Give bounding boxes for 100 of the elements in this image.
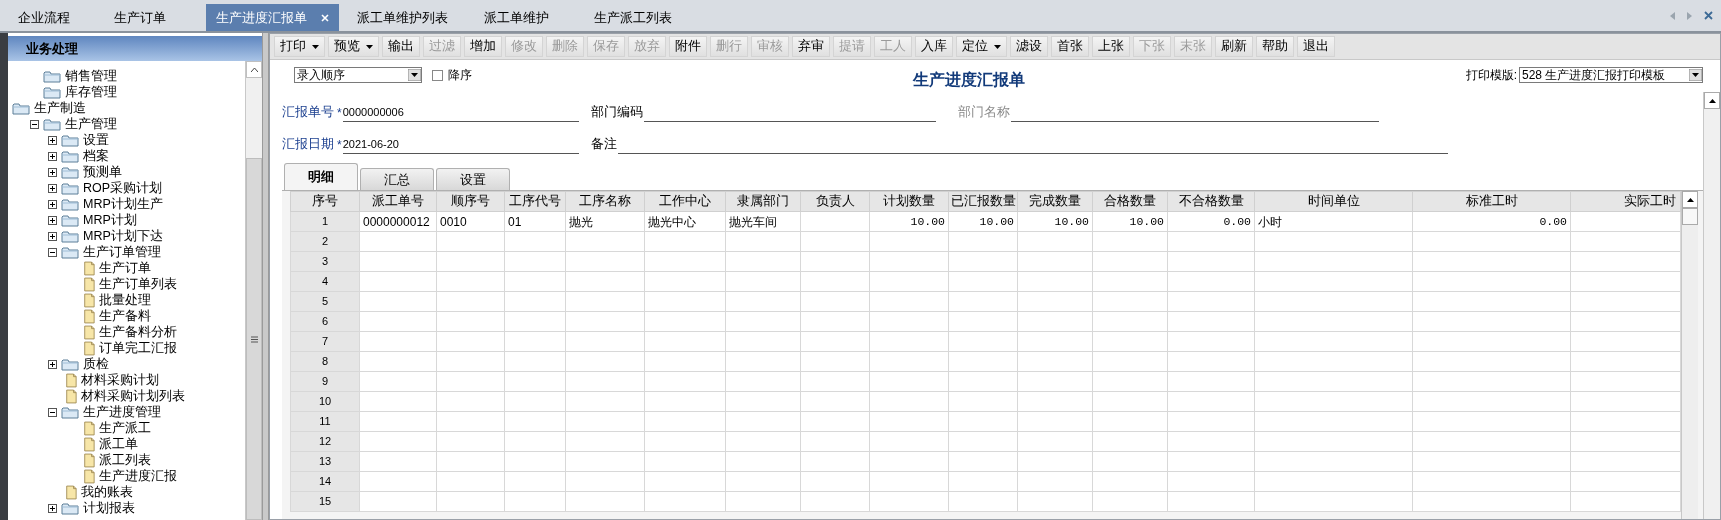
- tree-item[interactable]: 派工单: [99, 436, 138, 452]
- tree-item[interactable]: 生产进度汇报: [99, 468, 177, 484]
- toolbar-button[interactable]: 帮助: [1256, 36, 1294, 57]
- tree-item[interactable]: 设置: [83, 132, 109, 148]
- table-cell: [800, 211, 870, 232]
- toolbar-button[interactable]: 附件: [669, 36, 707, 57]
- tree-item[interactable]: 批量处理: [99, 292, 151, 308]
- tree-item[interactable]: 生产订单: [99, 260, 151, 276]
- table-cell: [948, 451, 1018, 472]
- sort-select[interactable]: 录入顺序: [294, 67, 422, 83]
- collapse-icon[interactable]: [48, 407, 57, 417]
- print-template-select[interactable]: 528 生产进度汇报打印模板: [1519, 67, 1703, 83]
- column-header[interactable]: 顺序号: [436, 191, 505, 212]
- tab[interactable]: 派工单维护列表: [339, 4, 466, 31]
- expand-icon[interactable]: [48, 135, 57, 145]
- tree-item[interactable]: 生产制造: [34, 100, 86, 116]
- tree-item[interactable]: 生产派工: [99, 420, 151, 436]
- tab[interactable]: 生产派工列表: [576, 4, 690, 31]
- toolbar-button[interactable]: 输出: [382, 36, 420, 57]
- toolbar-button[interactable]: 刷新: [1215, 36, 1253, 57]
- tree-item[interactable]: 材料采购计划: [81, 372, 159, 388]
- column-header[interactable]: 完成数量: [1017, 191, 1093, 212]
- column-header[interactable]: 派工单号: [359, 191, 437, 212]
- expand-icon[interactable]: [48, 199, 57, 209]
- form-scrollbar[interactable]: [1703, 92, 1720, 519]
- toolbar-button[interactable]: 定位: [956, 36, 1007, 57]
- tree-item[interactable]: 质检: [83, 356, 109, 372]
- tab[interactable]: 生产订单: [96, 4, 206, 31]
- column-header[interactable]: 负责人: [800, 191, 870, 212]
- expand-icon[interactable]: [48, 167, 57, 177]
- tab[interactable]: 明细: [284, 163, 358, 190]
- toolbar-button[interactable]: 弃审: [792, 36, 830, 57]
- tree-item[interactable]: 生产订单列表: [99, 276, 177, 292]
- column-header[interactable]: 实际工时: [1570, 191, 1681, 212]
- tab[interactable]: 设置: [436, 168, 510, 190]
- expand-icon[interactable]: [48, 503, 57, 513]
- tree-item[interactable]: 计划报表: [83, 500, 135, 516]
- column-header[interactable]: 合格数量: [1092, 191, 1168, 212]
- collapse-icon[interactable]: [48, 247, 57, 257]
- column-header[interactable]: 工序名称: [565, 191, 645, 212]
- folder-icon: [61, 357, 79, 371]
- tab[interactable]: 生产进度汇报单: [206, 4, 339, 31]
- collapse-icon[interactable]: [30, 119, 39, 129]
- document-icon: [83, 468, 95, 484]
- column-header[interactable]: 工序代号: [504, 191, 566, 212]
- toolbar-button[interactable]: 滤设: [1010, 36, 1048, 57]
- column-header[interactable]: 标准工时: [1412, 191, 1571, 212]
- scroll-thumb[interactable]: [1682, 208, 1698, 225]
- expand-icon[interactable]: [48, 215, 57, 225]
- dropdown-arrow-icon: [408, 69, 421, 81]
- tree-item[interactable]: 生产管理: [65, 116, 117, 132]
- toolbar-button[interactable]: 入库: [915, 36, 953, 57]
- tree-item[interactable]: ROP采购计划: [83, 180, 163, 196]
- close-icon[interactable]: [1704, 11, 1713, 20]
- grid-scrollbar[interactable]: [1681, 191, 1698, 519]
- tree-item[interactable]: 生产备料分析: [99, 324, 177, 340]
- tree-item[interactable]: 我的账表: [81, 484, 133, 500]
- expand-icon[interactable]: [48, 359, 57, 369]
- scroll-up-icon[interactable]: [1708, 98, 1716, 103]
- column-header[interactable]: 时间单位: [1254, 191, 1413, 212]
- tree-item[interactable]: 预测单: [83, 164, 122, 180]
- tree-item[interactable]: 订单完工汇报: [99, 340, 177, 356]
- tree-item[interactable]: 生产备料: [99, 308, 151, 324]
- descending-checkbox[interactable]: [432, 69, 443, 81]
- scroll-up-icon[interactable]: [1686, 197, 1694, 202]
- column-header[interactable]: 工作中心: [644, 191, 726, 212]
- input-field[interactable]: 2021-06-20: [342, 138, 579, 154]
- scrollbar[interactable]: [245, 61, 262, 520]
- tree-item[interactable]: 库存管理: [65, 84, 117, 100]
- field-label: 部门编码: [590, 104, 643, 122]
- column-header[interactable]: 不合格数量: [1167, 191, 1255, 212]
- tab[interactable]: 企业流程: [0, 4, 96, 31]
- tree-item[interactable]: MRP计划: [83, 212, 137, 228]
- input-field[interactable]: 0000000006: [342, 106, 579, 122]
- toolbar-button[interactable]: 退出: [1297, 36, 1335, 57]
- expand-icon[interactable]: [48, 151, 57, 161]
- tree-item[interactable]: 生产订单管理: [83, 244, 161, 260]
- toolbar-button[interactable]: 首张: [1051, 36, 1089, 57]
- column-header[interactable]: 计划数量: [869, 191, 949, 212]
- expand-icon[interactable]: [48, 231, 57, 241]
- toolbar-button[interactable]: 打印: [274, 36, 325, 57]
- column-header[interactable]: 序号: [290, 191, 360, 212]
- tree-item[interactable]: 生产进度管理: [83, 404, 161, 420]
- tree-item[interactable]: 档案: [83, 148, 109, 164]
- expand-icon[interactable]: [48, 183, 57, 193]
- tree-item[interactable]: 材料采购计划列表: [81, 388, 185, 404]
- table-cell: [436, 311, 505, 332]
- tree-item[interactable]: MRP计划生产: [83, 196, 163, 212]
- column-header[interactable]: 隶属部门: [725, 191, 801, 212]
- tab[interactable]: 汇总: [360, 168, 434, 190]
- column-header[interactable]: 已汇报数量: [948, 191, 1018, 212]
- scroll-up-icon[interactable]: [250, 67, 258, 72]
- toolbar-button[interactable]: 增加: [464, 36, 502, 57]
- tree-item[interactable]: MRP计划下达: [83, 228, 163, 244]
- tree-item[interactable]: 销售管理: [65, 68, 117, 84]
- toolbar-button[interactable]: 上张: [1092, 36, 1130, 57]
- tree-item[interactable]: 派工列表: [99, 452, 151, 468]
- toolbar-button[interactable]: 预览: [328, 36, 379, 57]
- row-number: 7: [290, 331, 360, 352]
- tab[interactable]: 派工单维护: [466, 4, 576, 31]
